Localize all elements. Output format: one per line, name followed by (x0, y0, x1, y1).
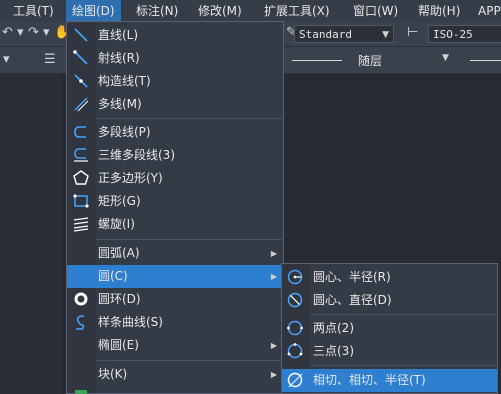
menu-separator (96, 118, 282, 119)
submenu-separator (310, 314, 496, 315)
submenu-item-label: 两点(2) (313, 321, 354, 335)
submenu-item-2point[interactable]: 两点(2) (282, 317, 497, 340)
menu-help[interactable]: 帮助(H) (418, 0, 460, 22)
submenu-item-label: 相切、相切、半径(T) (313, 373, 426, 387)
ray-icon (72, 49, 90, 67)
menu-modify[interactable]: 修改(M) (198, 0, 242, 22)
menu-item-label: 圆弧(A) (98, 246, 140, 260)
menu-item-label: 螺旋(I) (98, 217, 135, 231)
submenu-item-label: 圆心、直径(D) (313, 293, 392, 307)
layer-select[interactable]: 随层 ▼ (288, 51, 456, 69)
menu-item-label: 椭圆(E) (98, 338, 139, 352)
dim-style-value: ISO-25 (433, 28, 473, 41)
menu-item-circle[interactable]: 圆(C) ▶ (67, 265, 283, 288)
menu-item-label: 圆(C) (98, 269, 128, 283)
menu-item-helix[interactable]: 螺旋(I) (67, 213, 283, 236)
dim-style-icon: ⊢ (407, 25, 419, 40)
chevron-down-icon[interactable]: ▾ (3, 50, 10, 70)
menu-separator (96, 360, 282, 361)
text-style-select[interactable]: Standard ▼ (294, 25, 394, 43)
menu-item-label: 正多边形(Y) (98, 171, 163, 185)
menu-draw[interactable]: 绘图(D) (66, 0, 121, 22)
left-panel (0, 74, 62, 394)
construction-line-icon (72, 72, 90, 90)
menu-item-block[interactable]: 块(K) ▶ (67, 363, 283, 386)
menu-ext-tools[interactable]: 扩展工具(X) (264, 0, 330, 22)
menu-bar: 工具(T) 绘图(D) 标注(N) 修改(M) 扩展工具(X) 窗口(W) 帮助… (0, 0, 501, 23)
table-icon (75, 390, 87, 394)
menu-dimension[interactable]: 标注(N) (136, 0, 178, 22)
circle-center-radius-icon (286, 268, 304, 286)
submenu-item-tan-tan-radius[interactable]: 相切、相切、半径(T) (282, 369, 497, 392)
chevron-down-icon: ▼ (382, 30, 389, 40)
menu-item-label: 直线(L) (98, 28, 139, 42)
submenu-arrow-icon: ▶ (270, 341, 277, 350)
menu-tools[interactable]: 工具(T) (13, 0, 54, 22)
menu-item-multiline[interactable]: 多线(M) (67, 93, 283, 116)
menu-item-label: 矩形(G) (98, 194, 141, 208)
menu-item-donut[interactable]: 圆环(D) (67, 288, 283, 311)
circle-center-diameter-icon (286, 291, 304, 309)
circle-submenu: 圆心、半径(R) 圆心、直径(D) 两点(2) 三点(3) 相切、相切、半径(T… (281, 263, 498, 394)
circle-ttr-icon (286, 371, 304, 389)
menu-item-label: 样条曲线(S) (98, 315, 163, 329)
text-style-value: Standard (299, 28, 352, 41)
layer-props-icon[interactable]: ☰ (44, 50, 56, 70)
draw-menu: 直线(L) 射线(R) 构造线(T) 多线(M) 多段线(P) 三维多段线(3)… (66, 21, 284, 394)
menu-app[interactable]: APP (478, 0, 501, 22)
linetype-sample (292, 60, 342, 61)
multiline-icon (72, 95, 90, 113)
lineweight-sample (470, 60, 501, 61)
menu-item-label: 三维多段线(3) (98, 148, 175, 162)
menu-item-3d-polyline[interactable]: 三维多段线(3) (67, 144, 283, 167)
menu-item-label: 块(K) (98, 367, 128, 381)
menu-item-arc[interactable]: 圆弧(A) ▶ (67, 242, 283, 265)
menu-item-polyline[interactable]: 多段线(P) (67, 121, 283, 144)
dim-style-select[interactable]: ISO-25 (428, 25, 501, 43)
menu-item-ray[interactable]: 射线(R) (67, 47, 283, 70)
submenu-arrow-icon: ▶ (270, 272, 277, 281)
menu-item-rectangle[interactable]: 矩形(G) (67, 190, 283, 213)
submenu-item-label: 三点(3) (313, 344, 354, 358)
circle-2point-icon (286, 319, 304, 337)
polyline-icon (72, 123, 90, 141)
menu-item-label: 多线(M) (98, 97, 142, 111)
menu-item-label: 多段线(P) (98, 125, 151, 139)
redo-icon[interactable]: ↷ ▾ (28, 23, 50, 43)
submenu-item-label: 圆心、半径(R) (313, 270, 391, 284)
layer-value: 随层 (358, 54, 383, 68)
circle-3point-icon (286, 342, 304, 360)
menu-item-label: 射线(R) (98, 51, 140, 65)
submenu-separator (310, 365, 496, 366)
menu-separator (96, 239, 282, 240)
submenu-item-3point[interactable]: 三点(3) (282, 340, 497, 363)
menu-item-construction-line[interactable]: 构造线(T) (67, 70, 283, 93)
menu-window[interactable]: 窗口(W) (353, 0, 398, 22)
3d-polyline-icon (72, 146, 90, 164)
menu-item-spline[interactable]: 样条曲线(S) (67, 311, 283, 334)
menu-item-polygon[interactable]: 正多边形(Y) (67, 167, 283, 190)
menu-item-label: 构造线(T) (98, 74, 151, 88)
line-icon (72, 26, 90, 44)
polygon-icon (72, 169, 90, 187)
rectangle-icon (72, 192, 90, 210)
submenu-arrow-icon: ▶ (270, 370, 277, 379)
undo-icon[interactable]: ↶ ▾ (2, 23, 24, 43)
donut-icon (72, 290, 90, 308)
chevron-down-icon: ▼ (442, 53, 449, 63)
helix-icon (72, 215, 90, 233)
spline-icon (72, 313, 90, 331)
menu-item-line[interactable]: 直线(L) (67, 24, 283, 47)
submenu-item-center-radius[interactable]: 圆心、半径(R) (282, 266, 497, 289)
menu-item-ellipse[interactable]: 椭圆(E) ▶ (67, 334, 283, 357)
submenu-item-center-diameter[interactable]: 圆心、直径(D) (282, 289, 497, 312)
menu-item-label: 圆环(D) (98, 292, 141, 306)
submenu-arrow-icon: ▶ (270, 249, 277, 258)
